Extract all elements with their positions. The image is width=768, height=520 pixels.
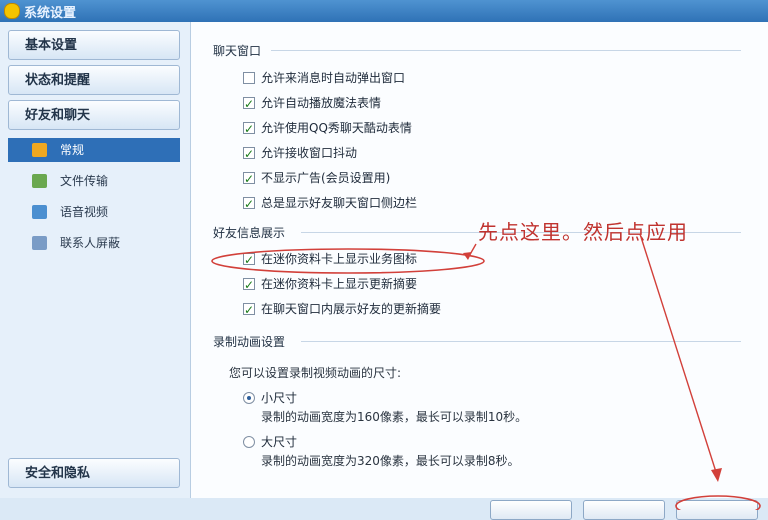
annotation-overlay <box>211 233 761 510</box>
arrow-line-right <box>639 233 717 473</box>
highlight-ellipse <box>211 248 485 274</box>
arrow-head-right <box>711 468 722 482</box>
apply-highlight-ellipse <box>675 495 761 510</box>
